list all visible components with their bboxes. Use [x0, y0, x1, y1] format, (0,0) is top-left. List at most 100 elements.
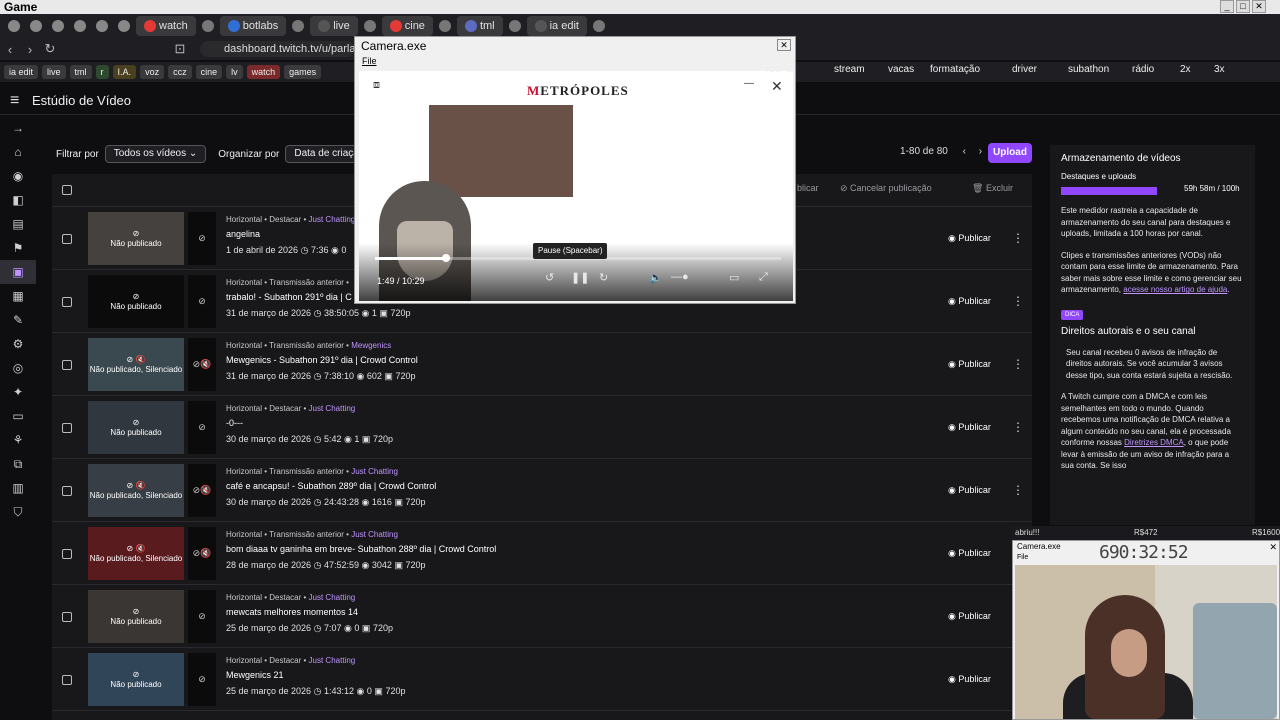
publish-button[interactable]: ◉ Publicar: [942, 228, 997, 248]
row-checkbox[interactable]: [62, 234, 72, 244]
row-title[interactable]: bom diaaa tv ganinha em breve- Subathon …: [226, 544, 496, 554]
camera-file-menu[interactable]: File: [362, 56, 377, 66]
extensions-icon[interactable]: ✦: [0, 380, 36, 404]
bookmark-item[interactable]: lv: [226, 65, 243, 79]
row-checkbox[interactable]: [62, 297, 72, 307]
browser-tab-icon[interactable]: [505, 16, 525, 36]
upload-button[interactable]: Upload: [988, 143, 1032, 163]
forward-icon[interactable]: ›: [20, 42, 40, 57]
publish-button[interactable]: ◉ Publicar: [942, 543, 997, 563]
video-icon[interactable]: ▭: [0, 404, 36, 428]
row-checkbox[interactable]: [62, 360, 72, 370]
row-title[interactable]: angelina: [226, 229, 260, 239]
webcam-menu[interactable]: File: [1017, 554, 1028, 561]
shield-icon[interactable]: ⛉: [0, 500, 36, 524]
video-player[interactable]: ⧈ METRÓPOLES — ✕ Pause (Spacebar) 1:49 /…: [359, 71, 793, 301]
browser-tab-icon[interactable]: [114, 16, 134, 36]
video-thumbnail[interactable]: ⊘ Não publicado: [88, 590, 184, 643]
community-icon[interactable]: ⚑: [0, 236, 36, 260]
pause-icon[interactable]: ❚❚: [571, 271, 589, 284]
row-title[interactable]: trabalo! - Subathon 291º dia | C: [226, 292, 352, 302]
prev-page-icon[interactable]: ‹: [963, 146, 966, 157]
bookmark-folder[interactable]: rder $: [766, 64, 792, 75]
bookmark-item[interactable]: voz: [140, 65, 165, 79]
row-checkbox[interactable]: [62, 612, 72, 622]
browser-tab-icon[interactable]: [26, 16, 46, 36]
video-thumbnail[interactable]: ⊘ Não publicado: [88, 212, 184, 265]
browser-tab-icon[interactable]: [198, 16, 218, 36]
bookmark-folder[interactable]: stream: [834, 64, 865, 75]
cancel-publish-button[interactable]: ⊘ Cancelar publicação: [840, 183, 932, 194]
volume-slider[interactable]: —●: [671, 271, 689, 283]
table-row[interactable]: ⊘ Não publicado ⊘ Horizontal • Destacar • J…: [52, 585, 1032, 648]
delete-button[interactable]: 🗑 Excluir: [972, 183, 1013, 194]
volume-icon[interactable]: 🔈: [649, 271, 663, 284]
row-title[interactable]: -0---: [226, 418, 243, 428]
row-category[interactable]: Just Chatting: [351, 530, 398, 539]
achievements-icon[interactable]: ◎: [0, 356, 36, 380]
monetize-icon[interactable]: ▦: [0, 284, 36, 308]
webcam-close-icon[interactable]: ✕: [1269, 542, 1277, 553]
close-button[interactable]: ✕: [1252, 0, 1266, 13]
bookmark-item[interactable]: watch: [246, 65, 281, 79]
row-category[interactable]: Just Chatting: [309, 404, 356, 413]
row-category[interactable]: Just Chatting: [309, 656, 356, 665]
bookmark-folder[interactable]: driver: [1012, 64, 1037, 75]
camera-close-button[interactable]: ✕: [777, 39, 791, 51]
analytics-icon[interactable]: ▤: [0, 212, 36, 236]
browser-tab-icon[interactable]: [589, 16, 609, 36]
bookmark-item[interactable]: live: [42, 65, 66, 79]
browser-tab-icon[interactable]: [4, 16, 24, 36]
bookmark-folder[interactable]: rádio: [1132, 64, 1154, 75]
bookmark-folder[interactable]: 3x: [1214, 64, 1225, 75]
filter-select[interactable]: Todos os vídeos ⌄: [104, 145, 207, 163]
publish-button[interactable]: ◉ Publicar: [942, 606, 997, 626]
bookmark-item[interactable]: ia edit: [4, 65, 39, 79]
publish-button[interactable]: ◉ Publicar: [942, 291, 997, 311]
progress-knob[interactable]: [441, 254, 450, 262]
bookmark-item[interactable]: cine: [195, 65, 223, 79]
row-category[interactable]: Just Chatting: [309, 593, 356, 602]
browser-tab[interactable]: botlabs: [219, 16, 287, 36]
video-thumbnail[interactable]: ⊘ 🔇 Não publicado, Silenciado: [88, 464, 184, 517]
help-article-link[interactable]: acesse nosso artigo de ajuda: [1123, 285, 1227, 294]
stream-icon[interactable]: ◉: [0, 164, 36, 188]
rewind-icon[interactable]: ↺: [545, 271, 554, 284]
row-checkbox[interactable]: [62, 549, 72, 559]
browser-tab[interactable]: tml: [456, 16, 503, 36]
more-options-icon[interactable]: ⋮: [1012, 354, 1024, 374]
bookmark-folder[interactable]: vacas: [888, 64, 914, 75]
more-options-icon[interactable]: ⋮: [1012, 480, 1024, 500]
url-field[interactable]: dashboard.twitch.tv/u/parlase: [200, 41, 355, 57]
row-title[interactable]: Mewgenics 21: [226, 670, 284, 680]
table-row[interactable]: ⊘ 🔇 Não publicado, Silenciado ⊘🔇 Horizontal…: [52, 333, 1032, 396]
row-title[interactable]: café e ancapsu! - Subathon 289º dia | Cr…: [226, 481, 436, 491]
browser-tab[interactable]: watch: [136, 16, 196, 36]
table-row[interactable]: ⊘ Não publicado ⊘ Horizontal • Destacar • J…: [52, 396, 1032, 459]
book-icon[interactable]: ▥: [0, 476, 36, 500]
table-row[interactable]: ⊘ 🔇 Não publicado, Silenciado ⊘🔇 Horizontal…: [52, 522, 1032, 585]
browser-tab-icon[interactable]: [435, 16, 455, 36]
puzzle-icon[interactable]: ⧉: [0, 452, 36, 476]
captions-icon[interactable]: ▭: [729, 271, 739, 284]
video-thumbnail[interactable]: ⊘ Não publicado: [88, 401, 184, 454]
bookmark-folder[interactable]: 2x: [1180, 64, 1191, 75]
badge-icon[interactable]: ⚘: [0, 428, 36, 452]
dmca-link[interactable]: Diretrizes DMCA: [1124, 438, 1184, 447]
settings-icon[interactable]: ⚙: [0, 332, 36, 356]
bookmark-item[interactable]: tml: [69, 65, 92, 79]
bookmark-item[interactable]: games: [284, 65, 322, 79]
forward-icon[interactable]: ↻: [599, 271, 608, 284]
bookmark-folder[interactable]: subathon: [1068, 64, 1109, 75]
select-all-checkbox[interactable]: [62, 185, 72, 195]
publish-button[interactable]: ◉ Publicar: [942, 354, 997, 374]
video-thumbnail[interactable]: ⊘ 🔇 Não publicado, Silenciado: [88, 527, 184, 580]
bookmark-icon[interactable]: ⊡: [170, 41, 190, 57]
table-row[interactable]: ⊘ Não publicado ⊘ Horizontal • Destacar • J…: [52, 648, 1032, 711]
bookmark-item[interactable]: ccz: [168, 65, 192, 79]
browser-tab-icon[interactable]: [360, 16, 380, 36]
home-icon[interactable]: ⌂: [0, 140, 36, 164]
more-options-icon[interactable]: ⋮: [1012, 417, 1024, 437]
row-title[interactable]: mewcats melhores momentos 14: [226, 607, 358, 617]
publish-button[interactable]: ◉ Publicar: [942, 480, 997, 500]
